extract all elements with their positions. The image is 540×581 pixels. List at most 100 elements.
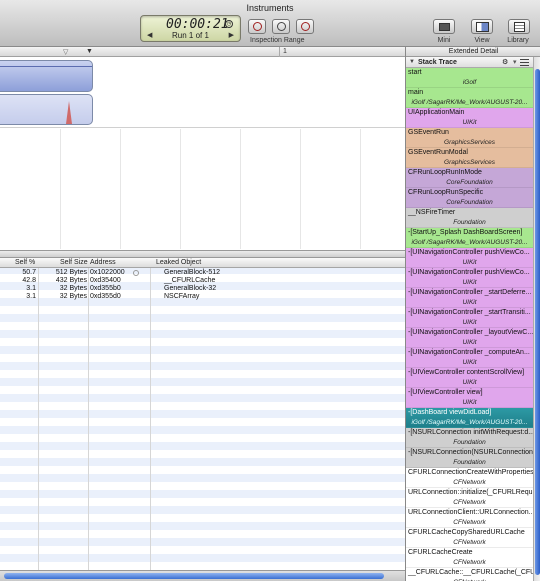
frame-symbol: CFURLConnectionCreateWithProperties (408, 469, 533, 476)
col-header-self-size[interactable]: Self Size (60, 259, 88, 266)
stack-frame[interactable]: UIApplicationMain UIKit (406, 108, 533, 128)
stack-frame[interactable]: __NSFireTimer Foundation (406, 208, 533, 228)
dropdown-arrow-icon[interactable]: ▾ (513, 58, 517, 66)
stack-frame[interactable]: CFURLConnectionCreateWithProperties CFNet… (406, 468, 533, 488)
clock-icon: ◷ (225, 20, 233, 28)
allocation-line (0, 66, 92, 67)
cell-address: 0x1022000 (90, 269, 125, 276)
inspection-clear-button[interactable] (272, 19, 290, 34)
frame-symbol: CFURLCacheCreate (408, 549, 473, 556)
next-run-button[interactable]: ▶ (229, 31, 234, 39)
table-row[interactable]: 3.1 32 Bytes 0xd355d0 NSCFArray (0, 293, 405, 301)
run-lcd-display: 00:00:21 ◷ ◀ Run 1 of 1 ▶ (140, 15, 241, 42)
stack-frame[interactable]: -[NSURLConnection initWithRequest:d... Fo… (406, 428, 533, 448)
grid-line (180, 129, 181, 249)
frame-symbol: start (408, 69, 422, 76)
stack-frame[interactable]: -[UINavigationController _startDeferre..… (406, 288, 533, 308)
stack-frame[interactable]: URLConnectionClient::URLConnection... CFN… (406, 508, 533, 528)
stack-trace-header[interactable]: ▼ Stack Trace ⚙ ▾ (406, 57, 533, 68)
col-header-leaked-object[interactable]: Leaked Object (156, 259, 201, 266)
frame-symbol: main (408, 89, 424, 96)
cell-self-pct: 3.1 (26, 293, 36, 300)
stack-frame[interactable]: -[NSURLConnection(NSURLConnection... Foun… (406, 448, 533, 468)
cell-address: 0xd35400 (90, 277, 121, 284)
disclosure-triangle-icon[interactable]: ▼ (409, 59, 415, 65)
library-button[interactable] (508, 19, 530, 34)
timeline-ruler[interactable]: ▽ ▼ 1 (0, 47, 405, 57)
leak-spike (66, 101, 72, 124)
stack-frame[interactable]: CFRunLoopRunSpecific CoreFoundation (406, 188, 533, 208)
playhead-start-marker[interactable]: ▽ (63, 48, 68, 56)
pane-splitter[interactable] (0, 250, 405, 258)
stack-frame[interactable]: start iGolf (406, 68, 533, 88)
stack-frames-list[interactable]: start iGolf main iGolf /SagarRK/Me_Work/AUG… (406, 68, 533, 581)
library-label: Library (507, 37, 529, 44)
stack-frame[interactable]: URLConnection::initialize(_CFURLRequ... C… (406, 488, 533, 508)
range-end-icon (301, 22, 310, 31)
frame-symbol: -[DashBoard viewDidLoad] (408, 409, 492, 416)
stack-frame[interactable]: -[UINavigationController _layoutViewC...… (406, 328, 533, 348)
table-row[interactable]: 50.7 512 Bytes 0x1022000 GeneralBlock-51… (0, 269, 405, 277)
grid-line (60, 129, 61, 249)
col-header-self-pct[interactable]: Self % (15, 259, 35, 266)
stack-frame[interactable]: main iGolf /SagarRK/Me_Work/AUGUST-20... (406, 88, 533, 108)
stack-frame[interactable]: CFURLCacheCopySharedURLCache CFNetwork (406, 528, 533, 548)
grid-line (300, 129, 301, 249)
frame-symbol: -[UINavigationController pushViewCo... (408, 269, 530, 276)
range-start-icon (253, 22, 262, 31)
cell-address: 0xd355d0 (90, 293, 121, 300)
frame-symbol: CFRunLoopRunInMode (408, 169, 482, 176)
scroll-thumb[interactable] (4, 573, 384, 579)
table-header: Self % Self Size Address Leaked Object (0, 258, 405, 268)
cell-self-size: 512 Bytes (55, 269, 87, 276)
view-button[interactable] (471, 19, 493, 34)
frame-symbol: URLConnectionClient::URLConnection... (408, 509, 533, 516)
table-row[interactable]: 42.8 432 Bytes 0xd35400 __CFURLCache (0, 277, 405, 285)
grid-line (360, 129, 361, 249)
stack-frame[interactable]: -[UIViewController contentScrollView] UIK… (406, 368, 533, 388)
extended-detail-pane: Extended Detail ▼ Stack Trace ⚙ ▾ start i… (405, 47, 540, 581)
stack-frame[interactable]: -[UINavigationController _computeAn... UI… (406, 348, 533, 368)
frame-library: UIKit (462, 119, 477, 126)
leaked-objects-table[interactable]: Self % Self Size Address Leaked Object 5… (0, 258, 405, 570)
stack-frame[interactable]: CFRunLoopRunInMode CoreFoundation (406, 168, 533, 188)
inspection-start-button[interactable] (248, 19, 266, 34)
allocations-track[interactable] (0, 60, 93, 92)
cell-address: 0xd355b0 (90, 285, 121, 292)
stack-frame[interactable]: GSEventRunModal GraphicsServices (406, 148, 533, 168)
stack-frame[interactable]: -[UIViewController view] UIKit (406, 388, 533, 408)
ruler-label: 1 (283, 48, 287, 55)
stack-frame[interactable]: -[UINavigationController pushViewCo... UI… (406, 268, 533, 288)
horizontal-scrollbar[interactable] (0, 570, 405, 581)
table-row[interactable]: 3.1 32 Bytes 0xd355b0 GeneralBlock-32 (0, 285, 405, 293)
mini-button[interactable] (433, 19, 455, 34)
instrument-tracks[interactable] (0, 57, 405, 250)
leaks-track[interactable] (0, 94, 93, 125)
frame-symbol: URLConnection::initialize(_CFURLRequ... (408, 489, 533, 496)
frame-symbol: GSEventRunModal (408, 149, 468, 156)
stack-frame[interactable]: -[StartUp_Splash DashBoardScreen] iGolf /… (406, 228, 533, 248)
go-to-address-icon[interactable] (133, 270, 139, 276)
stack-frame[interactable]: GSEventRun GraphicsServices (406, 128, 533, 148)
frame-symbol: -[UIViewController contentScrollView] (408, 369, 525, 376)
stack-frame[interactable]: -[UINavigationController _startTransiti.… (406, 308, 533, 328)
stack-frame[interactable]: __CFURLCache::__CFURLCache(_CFUR...CFNet… (406, 568, 533, 581)
frame-symbol: -[UINavigationController pushViewCo... (408, 249, 530, 256)
scroll-thumb[interactable] (535, 69, 540, 575)
mini-icon (439, 23, 450, 31)
vertical-scrollbar[interactable] (533, 57, 540, 581)
stack-frame[interactable]: -[DashBoard viewDidLoad] iGolf /SagarRK/M… (406, 408, 533, 428)
stack-frame[interactable]: CFURLCacheCreate CFNetwork (406, 548, 533, 568)
ruler-tick (279, 47, 280, 57)
extended-detail-title: Extended Detail (406, 47, 540, 57)
inspection-end-button[interactable] (296, 19, 314, 34)
frame-symbol: CFRunLoopRunSpecific (408, 189, 484, 196)
stack-frame[interactable]: -[UINavigationController pushViewCo... UI… (406, 248, 533, 268)
inspection-range-label: Inspection Range (250, 37, 305, 44)
playhead-marker[interactable]: ▼ (86, 48, 93, 55)
list-view-icon[interactable] (520, 59, 529, 66)
frame-library: iGolf /SagarRK/Me_Work/AUGUST-20... (411, 419, 528, 426)
col-header-address[interactable]: Address (90, 259, 116, 266)
gear-icon[interactable]: ⚙ (502, 58, 508, 66)
frame-library: Foundation (453, 439, 486, 446)
